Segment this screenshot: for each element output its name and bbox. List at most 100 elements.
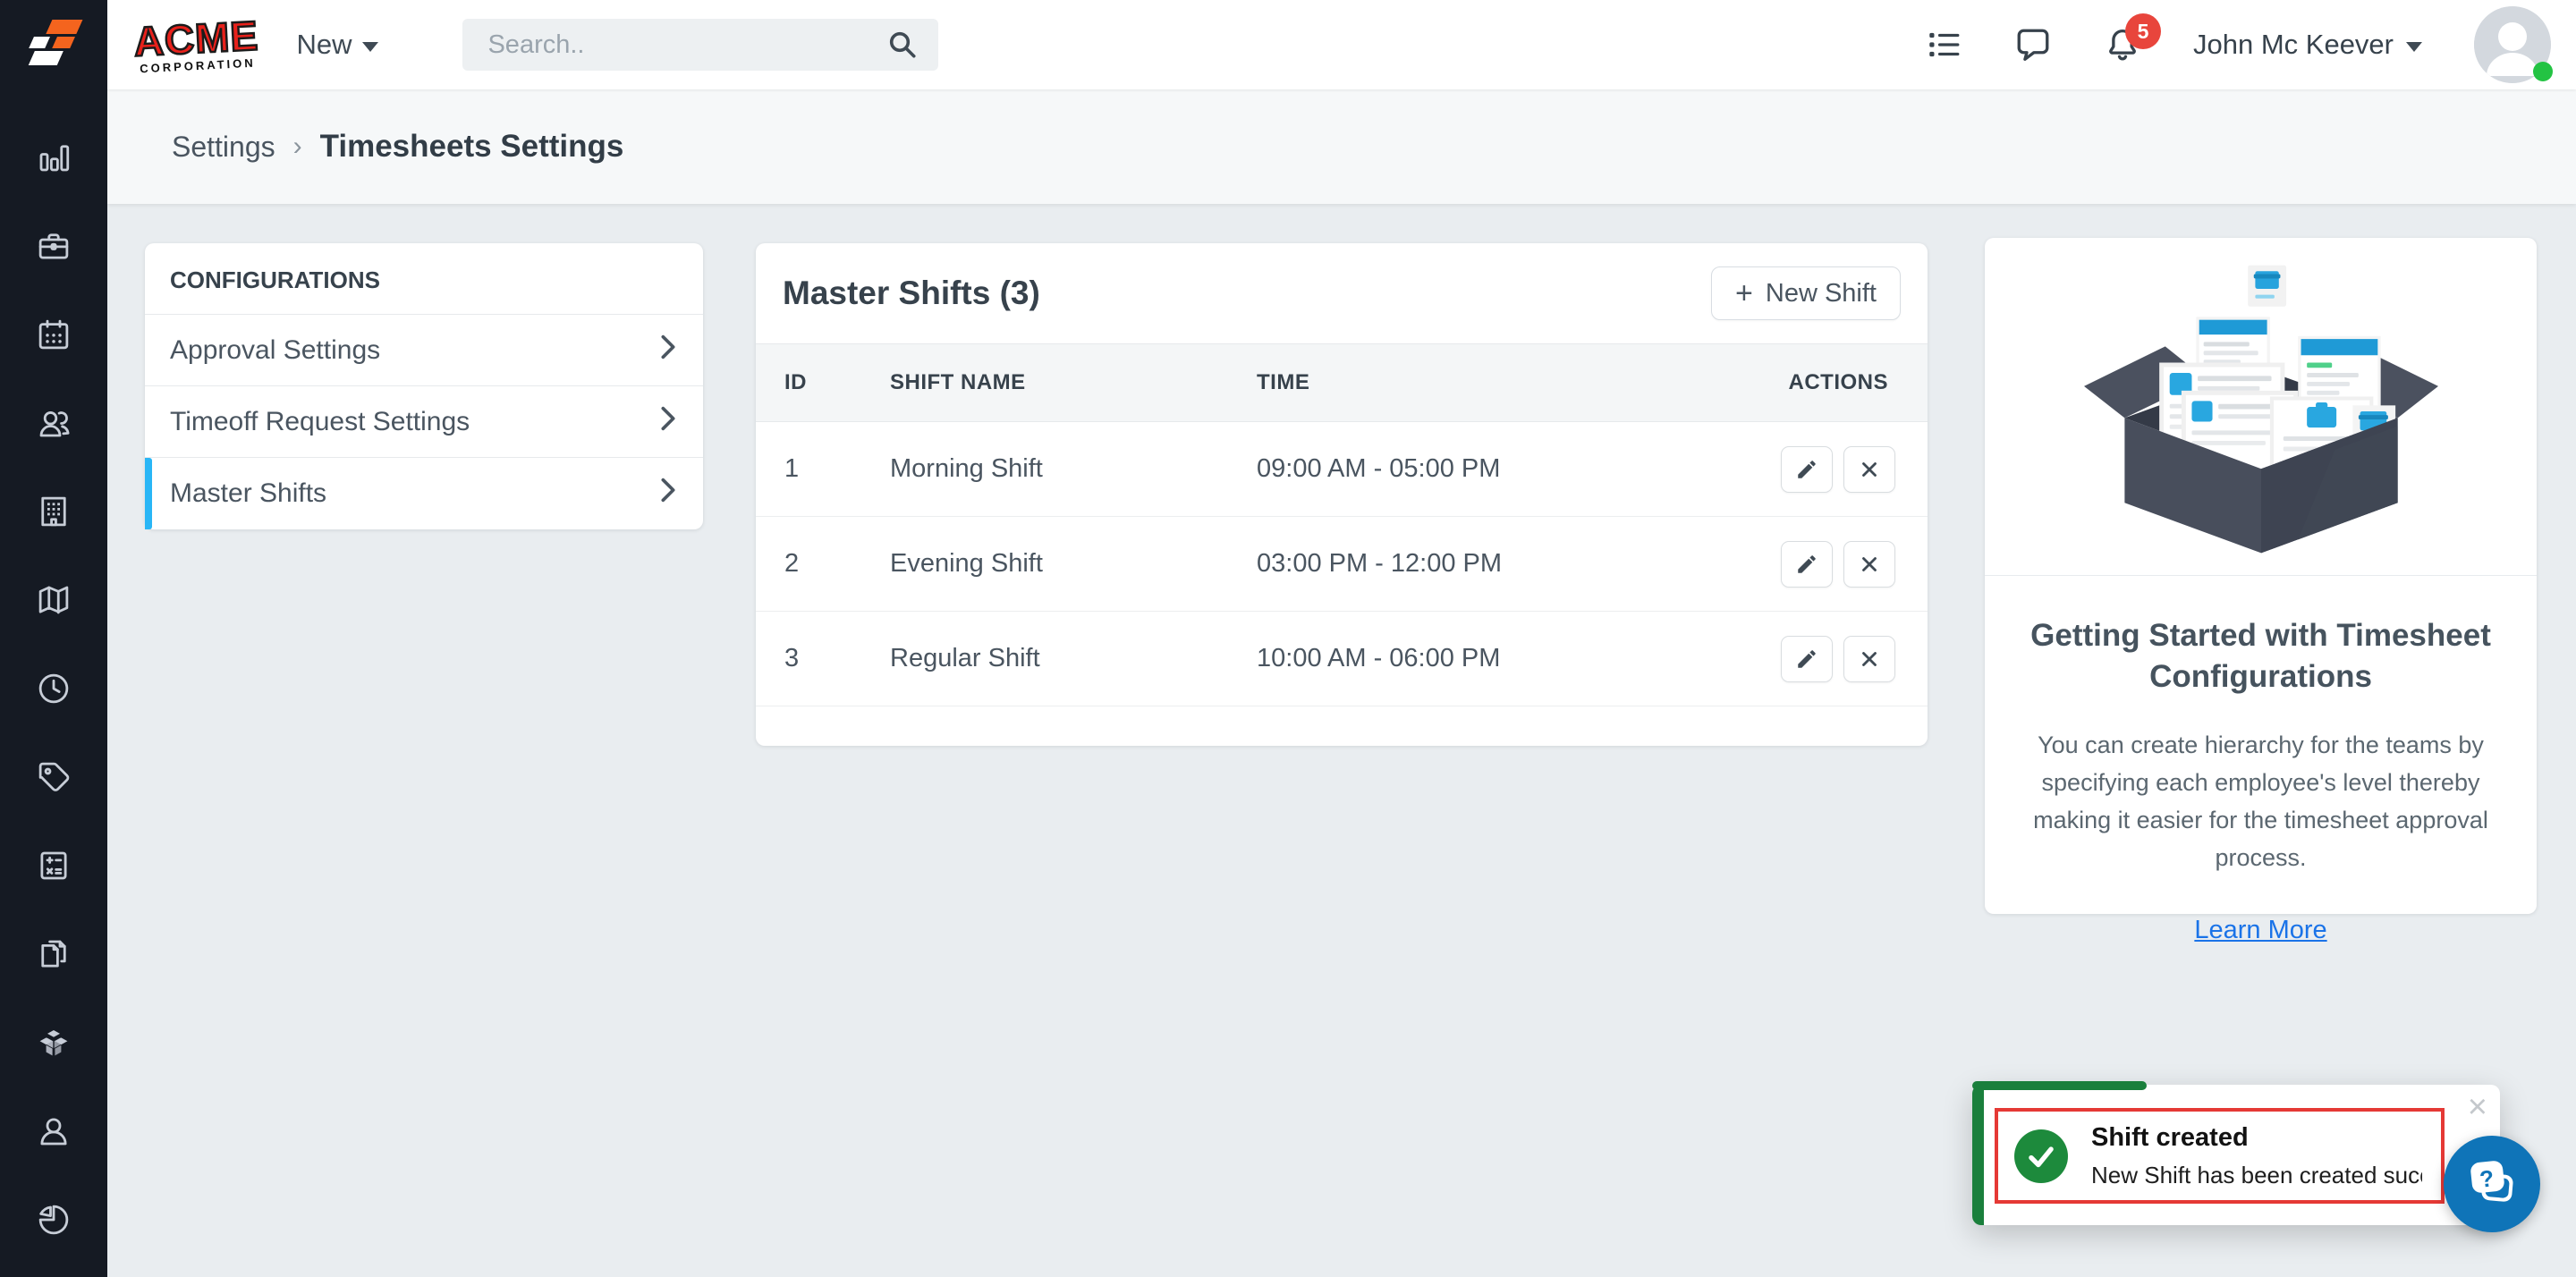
shifts-table-header: IDSHIFT NAMETIMEACTIONS — [756, 343, 1928, 422]
cell-time: 10:00 AM - 06:00 PM — [1257, 644, 1758, 673]
toast-title: Shift created — [2091, 1123, 2422, 1153]
delete-shift-button[interactable] — [1843, 446, 1895, 493]
sidebar-item-clock[interactable] — [0, 644, 107, 732]
chevron-right-icon — [657, 403, 680, 441]
app-logo[interactable] — [0, 0, 107, 89]
column-header-time: TIME — [1257, 370, 1758, 395]
new-menu-label: New — [296, 29, 352, 61]
column-header-shift-name: SHIFT NAME — [890, 370, 1257, 395]
bar-chart-icon — [35, 139, 72, 176]
plus-icon: + — [1735, 278, 1753, 309]
notifications-button[interactable]: 5 — [2104, 26, 2141, 63]
app-sidebar — [0, 0, 107, 1277]
table-row: 1Morning Shift09:00 AM - 05:00 PM — [756, 422, 1928, 517]
column-header-id: ID — [756, 370, 890, 395]
sidebar-item-user[interactable] — [0, 1087, 107, 1175]
cell-shift-name: Regular Shift — [890, 644, 1257, 673]
learn-more-link[interactable]: Learn More — [1985, 916, 2537, 945]
getting-started-body: You can create hierarchy for the teams b… — [1985, 727, 2537, 876]
cell-id: 2 — [756, 549, 890, 579]
documents-icon — [35, 935, 72, 973]
sidebar-item-pie-chart[interactable] — [0, 1175, 107, 1264]
delete-shift-button[interactable] — [1843, 636, 1895, 682]
sidebar-item-team[interactable] — [0, 378, 107, 467]
breadcrumb: Settings › Timesheets Settings — [107, 89, 2576, 204]
cell-actions — [1758, 541, 1928, 588]
sidebar-item-bar-chart[interactable] — [0, 113, 107, 201]
sidebar-item-documents[interactable] — [0, 909, 107, 998]
sidebar-item-tag[interactable] — [0, 732, 107, 821]
chat-icon — [2014, 26, 2052, 63]
clipboard-glyph — [2248, 265, 2286, 306]
sidebar-item-calendar[interactable] — [0, 290, 107, 378]
chat-button[interactable] — [2014, 26, 2052, 63]
shift-created-toast: × Shift created New Shift has been creat… — [1972, 1085, 2500, 1225]
toast-progress-bar — [1972, 1081, 2147, 1090]
search-icon[interactable] — [886, 29, 919, 61]
cell-time: 09:00 AM - 05:00 PM — [1257, 454, 1758, 484]
config-item-label: Master Shifts — [170, 478, 326, 509]
top-bar: ACME CORPORATION New 5 Jo — [107, 0, 2576, 89]
cell-actions — [1758, 446, 1928, 493]
sidebar-item-calculator[interactable] — [0, 821, 107, 909]
configurations-title: CONFIGURATIONS — [145, 243, 703, 315]
cell-id: 3 — [756, 644, 890, 673]
pie-chart-icon — [35, 1201, 72, 1239]
edit-shift-button[interactable] — [1781, 541, 1833, 588]
delete-x-icon — [1858, 458, 1881, 481]
user-menu[interactable]: John Mc Keever — [2193, 29, 2422, 61]
delete-x-icon — [1858, 647, 1881, 671]
breadcrumb-settings[interactable]: Settings — [172, 131, 275, 164]
config-item-timeoff-request-settings[interactable]: Timeoff Request Settings — [145, 386, 703, 458]
svg-text:?: ? — [2479, 1164, 2496, 1192]
list-icon — [1925, 26, 1962, 63]
building-icon — [35, 493, 72, 530]
table-row: 3Regular Shift10:00 AM - 06:00 PM — [756, 612, 1928, 706]
chevron-right-icon — [657, 332, 680, 369]
calculator-icon — [35, 847, 72, 884]
shifts-table: 1Morning Shift09:00 AM - 05:00 PM2Evenin… — [756, 422, 1928, 706]
column-header-actions: ACTIONS — [1758, 370, 1928, 395]
toast-texts: Shift created New Shift has been created… — [2091, 1123, 2422, 1189]
config-item-master-shifts[interactable]: Master Shifts — [145, 458, 703, 529]
sidebar-item-cubes[interactable] — [0, 998, 107, 1087]
annotation-highlight-box: Shift created New Shift has been created… — [1995, 1108, 2445, 1204]
calendar-icon — [35, 316, 72, 353]
user-icon — [35, 1112, 72, 1150]
help-icon: ? — [2464, 1156, 2520, 1212]
edit-shift-button[interactable] — [1781, 636, 1833, 682]
new-shift-button[interactable]: + New Shift — [1711, 266, 1901, 320]
sidebar-item-briefcase[interactable] — [0, 201, 107, 290]
search-input[interactable] — [462, 30, 886, 60]
toast-message: New Shift has been created successf — [2091, 1162, 2422, 1189]
task-list-button[interactable] — [1925, 26, 1962, 63]
edit-shift-button[interactable] — [1781, 446, 1833, 493]
sidebar-item-map[interactable] — [0, 555, 107, 644]
tag-icon — [35, 758, 72, 796]
cell-shift-name: Evening Shift — [890, 549, 1257, 579]
master-shifts-title: Master Shifts (3) — [783, 275, 1040, 312]
chevron-down-icon — [362, 42, 378, 52]
company-logo-text: ACME — [133, 14, 260, 62]
cell-shift-name: Morning Shift — [890, 454, 1257, 484]
new-menu-button[interactable]: New — [296, 29, 378, 61]
table-row: 2Evening Shift03:00 PM - 12:00 PM — [756, 517, 1928, 612]
cell-actions — [1758, 636, 1928, 682]
team-icon — [35, 404, 72, 442]
toast-close-icon[interactable]: × — [2468, 1090, 2487, 1124]
getting-started-title: Getting Started with Timesheet Configura… — [1985, 615, 2537, 697]
company-logo[interactable]: ACME CORPORATION — [133, 14, 260, 74]
online-status-dot — [2533, 62, 2553, 81]
chevron-right-icon — [657, 475, 680, 512]
cell-time: 03:00 PM - 12:00 PM — [1257, 549, 1758, 579]
sidebar-item-building[interactable] — [0, 467, 107, 555]
cubes-icon — [35, 1024, 72, 1061]
zig-logo-icon — [21, 13, 86, 77]
edit-pencil-icon — [1795, 458, 1818, 481]
configurations-list: Approval SettingsTimeoff Request Setting… — [145, 315, 703, 529]
config-item-approval-settings[interactable]: Approval Settings — [145, 315, 703, 386]
breadcrumb-separator: › — [293, 131, 302, 162]
avatar[interactable] — [2474, 6, 2551, 83]
delete-shift-button[interactable] — [1843, 541, 1895, 588]
help-chat-button[interactable]: ? — [2444, 1136, 2540, 1232]
